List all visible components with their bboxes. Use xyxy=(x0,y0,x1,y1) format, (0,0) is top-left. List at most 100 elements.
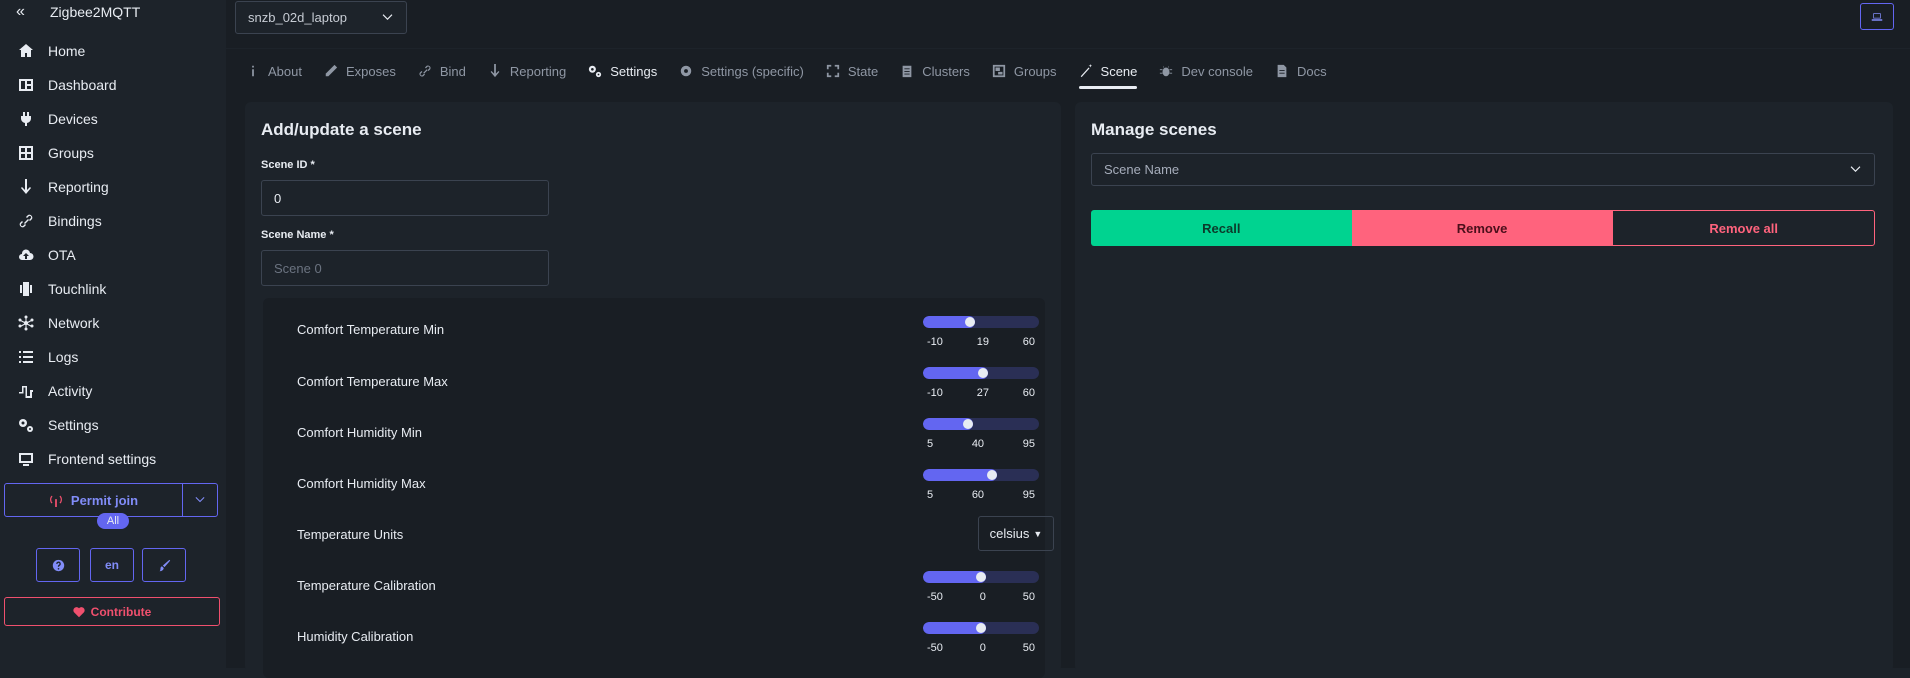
gears-icon xyxy=(16,415,36,435)
sidebar-item-network[interactable]: Network xyxy=(0,306,226,340)
doc-icon xyxy=(1275,64,1289,78)
setting-label: Temperature Calibration xyxy=(297,578,436,593)
help-button[interactable] xyxy=(36,548,80,582)
sidebar-item-label: Bindings xyxy=(48,213,102,229)
sidebar-item-label: Home xyxy=(48,43,86,59)
scene-id-input[interactable]: 0 xyxy=(261,180,549,216)
network-icon xyxy=(16,313,36,333)
sidebar-item-activity[interactable]: Activity xyxy=(0,374,226,408)
setting-label: Comfort Temperature Max xyxy=(297,374,448,389)
clipboard-icon xyxy=(900,64,914,78)
device-select-value: snzb_02d_laptop xyxy=(248,10,348,25)
sidebar-item-label: Reporting xyxy=(48,179,109,195)
vibrate-icon xyxy=(16,279,36,299)
plug-icon xyxy=(16,109,36,129)
scene-action-buttons: Recall Remove Remove all xyxy=(1091,210,1876,246)
double-chevron-left-icon[interactable]: « xyxy=(16,3,38,21)
tab-dev-console[interactable]: Dev console xyxy=(1159,57,1253,85)
tick-value: 27 xyxy=(976,387,989,399)
arrow-down-icon xyxy=(16,177,36,197)
setting-label: Comfort Humidity Min xyxy=(297,425,422,440)
tab-label: Settings xyxy=(610,63,658,79)
tab-settings-specific[interactable]: Settings (specific) xyxy=(679,57,804,85)
setting-label: Comfort Temperature Min xyxy=(297,322,445,337)
link-icon xyxy=(418,64,432,78)
sidebar-item-logs[interactable]: Logs xyxy=(0,340,226,374)
tab-exposes[interactable]: Exposes xyxy=(324,57,396,85)
slider-track[interactable] xyxy=(923,316,1039,328)
slider-ticks: -10 27 60 xyxy=(927,387,1035,399)
scene-name-input[interactable]: Scene 0 xyxy=(261,250,549,286)
contribute-button[interactable]: Contribute xyxy=(4,597,220,626)
slider-thumb[interactable] xyxy=(976,572,986,582)
slider-track[interactable] xyxy=(923,469,1039,481)
temperature-units-dropdown[interactable]: celsius ▼ xyxy=(978,516,1054,551)
tab-clusters[interactable]: Clusters xyxy=(900,57,970,85)
gear-icon xyxy=(679,64,693,78)
scene-select[interactable]: Scene Name xyxy=(1091,153,1875,186)
permit-join-label: Permit join xyxy=(70,492,139,508)
slider-thumb[interactable] xyxy=(987,470,997,480)
scene-select-placeholder: Scene Name xyxy=(1104,162,1180,177)
sidebar-item-groups[interactable]: Groups xyxy=(0,136,226,170)
permit-join-dropdown[interactable] xyxy=(182,484,217,516)
sidebar-item-frontend-settings[interactable]: Frontend settings xyxy=(0,442,226,476)
tab-reporting[interactable]: Reporting xyxy=(488,57,566,85)
sidebar-item-label: Logs xyxy=(48,349,79,365)
sidebar-item-home[interactable]: Home xyxy=(0,34,226,68)
sidebar-item-devices[interactable]: Devices xyxy=(0,102,226,136)
app-brand[interactable]: « Zigbee2MQTT xyxy=(0,0,226,24)
sidebar-item-label: OTA xyxy=(48,247,76,263)
slider-track[interactable] xyxy=(923,418,1039,430)
tab-label: Exposes xyxy=(345,63,396,79)
dashboard-icon xyxy=(16,75,36,95)
bug-icon xyxy=(1159,64,1173,78)
slider-thumb[interactable] xyxy=(978,368,988,378)
tab-bind[interactable]: Bind xyxy=(418,57,466,85)
remove-button[interactable]: Remove xyxy=(1351,210,1613,246)
tick-value: 0 xyxy=(979,642,986,654)
tab-settings[interactable]: Settings xyxy=(588,57,657,85)
recall-button[interactable]: Recall xyxy=(1091,210,1352,246)
tab-docs[interactable]: Docs xyxy=(1275,57,1327,85)
permit-target-badge[interactable]: All xyxy=(97,513,129,529)
tab-label: Reporting xyxy=(509,63,567,79)
sidebar-item-settings[interactable]: Settings xyxy=(0,408,226,442)
sidebar-item-label: Dashboard xyxy=(48,77,117,93)
tick-min: 5 xyxy=(927,438,934,450)
tab-state[interactable]: State xyxy=(826,57,878,85)
tab-about[interactable]: About xyxy=(246,57,302,85)
main-area: snzb_02d_laptop About Exposes Bind Repor… xyxy=(226,0,1910,678)
heart-icon xyxy=(73,606,85,617)
slider-thumb[interactable] xyxy=(976,623,986,633)
sidebar-item-dashboard[interactable]: Dashboard xyxy=(0,68,226,102)
tab-groups[interactable]: Groups xyxy=(992,57,1057,85)
sidebar-item-label: Settings xyxy=(48,417,99,433)
device-mode-button[interactable] xyxy=(1860,3,1894,30)
home-icon xyxy=(16,41,36,61)
theme-button[interactable] xyxy=(142,548,186,582)
sidebar-item-bindings[interactable]: Bindings xyxy=(0,204,226,238)
tick-value: 40 xyxy=(971,438,985,450)
tab-label: Scene xyxy=(1100,63,1138,79)
sidebar-item-touchlink[interactable]: Touchlink xyxy=(0,272,226,306)
cloud-upload-icon xyxy=(16,245,36,265)
sidebar-item-ota[interactable]: OTA xyxy=(0,238,226,272)
tick-min: -10 xyxy=(927,387,943,399)
sidebar-item-label: Activity xyxy=(48,383,93,399)
tab-label: Settings (specific) xyxy=(701,63,804,79)
permit-join-button[interactable]: Permit join xyxy=(5,484,182,516)
tick-max: 95 xyxy=(1022,438,1035,450)
language-button[interactable]: en xyxy=(90,548,134,582)
sidebar-item-label: Network xyxy=(48,315,100,331)
question-icon xyxy=(52,559,64,571)
slider-thumb[interactable] xyxy=(965,317,975,327)
wand-icon xyxy=(324,64,338,78)
tab-scene[interactable]: Scene xyxy=(1078,57,1138,89)
slider-fill xyxy=(923,469,997,481)
device-select[interactable]: snzb_02d_laptop xyxy=(235,1,407,34)
chevron-down-icon xyxy=(195,497,205,503)
remove-all-button[interactable]: Remove all xyxy=(1612,210,1876,246)
slider-thumb[interactable] xyxy=(963,419,973,429)
sidebar-item-reporting[interactable]: Reporting xyxy=(0,170,226,204)
